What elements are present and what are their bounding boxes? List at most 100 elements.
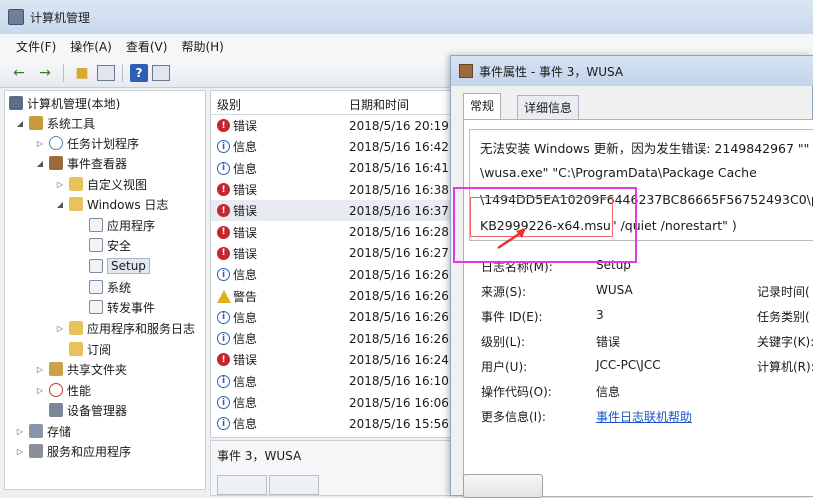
tree-log-application[interactable]: 应用程序 xyxy=(89,215,155,235)
tree-root[interactable]: 计算机管理(本地) xyxy=(9,93,120,113)
table-row[interactable]: ! 错误 2018/5/16 16:38: xyxy=(211,179,454,200)
subscription-icon xyxy=(69,342,83,356)
description-line: 无法安装 Windows 更新，因为发生错误: 2149842967 "" xyxy=(480,141,810,156)
level-cell: 错误 xyxy=(233,246,258,261)
collapsed-arrow-icon[interactable]: ▷ xyxy=(15,427,25,436)
datetime-cell: 2018/5/16 16:28: xyxy=(349,225,453,240)
more-info-label: 更多信息(I): xyxy=(481,410,546,424)
collapsed-arrow-icon[interactable]: ▷ xyxy=(35,386,45,395)
tree-performance[interactable]: ▷ 性能 xyxy=(35,380,91,400)
datetime-cell: 2018/5/16 16:42: xyxy=(349,139,453,154)
log-icon xyxy=(89,300,103,314)
table-row[interactable]: i 信息 2018/5/16 16:26: xyxy=(211,307,454,328)
collapsed-arrow-icon[interactable]: ▷ xyxy=(35,139,45,148)
preview-tab[interactable] xyxy=(269,475,319,495)
table-row[interactable]: i 信息 2018/5/16 16:26: xyxy=(211,328,454,349)
table-row[interactable]: i 信息 2018/5/16 16:06: xyxy=(211,392,454,413)
collapsed-arrow-icon[interactable]: ▷ xyxy=(35,365,45,374)
tree-log-security[interactable]: 安全 xyxy=(89,235,131,255)
device-manager-icon xyxy=(49,403,63,417)
log-name-value: Setup xyxy=(596,258,631,272)
menu-file[interactable]: 文件(F) xyxy=(16,38,56,55)
column-datetime[interactable]: 日期和时间 xyxy=(349,96,409,113)
arrow-left-icon[interactable]: ← xyxy=(8,62,30,84)
expanded-arrow-icon[interactable]: ◢ xyxy=(35,159,45,168)
folder-icon xyxy=(69,321,83,335)
table-row[interactable]: i 信息 2018/5/16 16:10: xyxy=(211,371,454,392)
table-row[interactable]: i 信息 2018/5/16 16:42: xyxy=(211,136,454,157)
event-preview-title: 事件 3，WUSA xyxy=(217,449,302,463)
tree-custom-views[interactable]: ▷ 自定义视图 xyxy=(55,174,147,194)
tab-general[interactable]: 常规 xyxy=(463,93,502,119)
tree-log-forwarded-label: 转发事件 xyxy=(107,300,156,315)
opcode-label: 操作代码(O): xyxy=(481,385,552,399)
tab-details[interactable]: 详细信息 xyxy=(517,95,580,119)
table-row[interactable]: ! 错误 2018/5/16 16:24: xyxy=(211,349,454,370)
tree-device-manager[interactable]: 设备管理器 xyxy=(49,400,127,420)
table-row[interactable]: 警告 2018/5/16 16:26: xyxy=(211,285,454,306)
menu-view[interactable]: 查看(V) xyxy=(126,38,168,55)
tree-windows-logs-label: Windows 日志 xyxy=(87,197,169,212)
tree-log-forwarded[interactable]: 转发事件 xyxy=(89,297,155,317)
table-row[interactable]: ! 错误 2018/5/16 16:37: xyxy=(211,200,454,222)
up-folder-icon[interactable]: ■ xyxy=(71,62,93,84)
tree-event-viewer-label: 事件查看器 xyxy=(67,156,128,171)
expanded-arrow-icon[interactable]: ◢ xyxy=(15,119,25,128)
tree-task-scheduler[interactable]: ▷ 任务计划程序 xyxy=(35,133,139,153)
services-icon xyxy=(29,444,43,458)
event-id-label: 事件 ID(E): xyxy=(481,310,543,324)
tree-subscriptions[interactable]: 订阅 xyxy=(69,339,111,359)
events-list: 级别 日期和时间 ! 错误 2018/5/16 20:19: i 信息 2018/5/16… xyxy=(210,90,455,438)
help-icon[interactable]: ? xyxy=(130,63,148,82)
collapsed-arrow-icon[interactable]: ▷ xyxy=(55,324,65,333)
info-icon: i xyxy=(217,268,230,282)
collapsed-arrow-icon[interactable]: ▷ xyxy=(55,180,65,189)
info-icon: i xyxy=(217,396,230,410)
column-level[interactable]: 级别 xyxy=(217,96,241,113)
expanded-arrow-icon[interactable]: ◢ xyxy=(55,200,65,209)
tree-log-setup[interactable]: Setup xyxy=(89,256,150,276)
preview-tab[interactable] xyxy=(217,475,267,495)
tree-apps-services-logs[interactable]: ▷ 应用程序和服务日志 xyxy=(55,318,195,338)
tree-storage[interactable]: ▷ 存储 xyxy=(15,421,71,441)
datetime-cell: 2018/5/16 16:26: xyxy=(349,310,453,325)
menu-help[interactable]: 帮助(H) xyxy=(181,38,223,55)
table-row[interactable]: ! 错误 2018/5/16 16:28: xyxy=(211,222,454,243)
tree-services-apps[interactable]: ▷ 服务和应用程序 xyxy=(15,441,131,461)
menu-action[interactable]: 操作(A) xyxy=(70,38,112,55)
level-cell: 信息 xyxy=(233,374,258,389)
collapsed-arrow-icon[interactable]: ▷ xyxy=(15,447,25,456)
show-hide-action-pane-icon[interactable] xyxy=(152,64,170,81)
show-hide-tree-icon[interactable] xyxy=(97,64,115,81)
copy-button[interactable] xyxy=(463,474,543,498)
info-icon: i xyxy=(217,417,230,431)
level-cell: 信息 xyxy=(233,310,258,325)
table-row[interactable]: i 信息 2018/5/16 16:41: xyxy=(211,158,454,179)
folder-icon xyxy=(69,177,83,191)
tree-log-system[interactable]: 系统 xyxy=(89,277,131,297)
error-icon: ! xyxy=(217,225,230,239)
toolbar-divider xyxy=(63,63,64,82)
datetime-cell: 2018/5/16 16:26: xyxy=(349,289,453,304)
tree-device-manager-label: 设备管理器 xyxy=(67,403,128,418)
table-row[interactable]: ! 错误 2018/5/16 20:19: xyxy=(211,115,454,136)
table-row[interactable]: i 信息 2018/5/16 15:56: xyxy=(211,413,454,434)
navigation-tree: 计算机管理(本地) ◢ 系统工具 ▷ 任务计划程序 ◢ 事件查看器 ▷ 自定义视… xyxy=(4,90,206,490)
arrow-right-icon[interactable]: → xyxy=(34,62,56,84)
tree-services-apps-label: 服务和应用程序 xyxy=(47,444,132,459)
table-row[interactable]: i 信息 2018/5/16 16:26: xyxy=(211,264,454,285)
tree-event-viewer[interactable]: ◢ 事件查看器 xyxy=(35,153,127,173)
level-cell: 错误 xyxy=(233,353,258,368)
window-titlebar: 计算机管理 xyxy=(0,0,813,34)
description-line: \wusa.exe" "C:\ProgramData\Package Cache xyxy=(480,165,757,180)
table-row[interactable]: ! 错误 2018/5/16 16:27: xyxy=(211,243,454,264)
tree-shared-folders[interactable]: ▷ 共享文件夹 xyxy=(35,359,127,379)
online-help-link[interactable]: 事件日志联机帮助 xyxy=(596,408,692,425)
event-description[interactable]: 无法安装 Windows 更新，因为发生错误: 2149842967 "" \w… xyxy=(469,129,813,241)
tree-windows-logs[interactable]: ◢ Windows 日志 xyxy=(55,194,168,214)
dialog-title: 事件属性 - 事件 3，WUSA xyxy=(479,64,624,79)
task-category-label: 任务类别( xyxy=(757,310,810,324)
tree-task-scheduler-label: 任务计划程序 xyxy=(67,136,140,151)
tree-system-tools[interactable]: ◢ 系统工具 xyxy=(15,113,95,133)
log-name-label: 日志名称(M): xyxy=(481,260,553,274)
